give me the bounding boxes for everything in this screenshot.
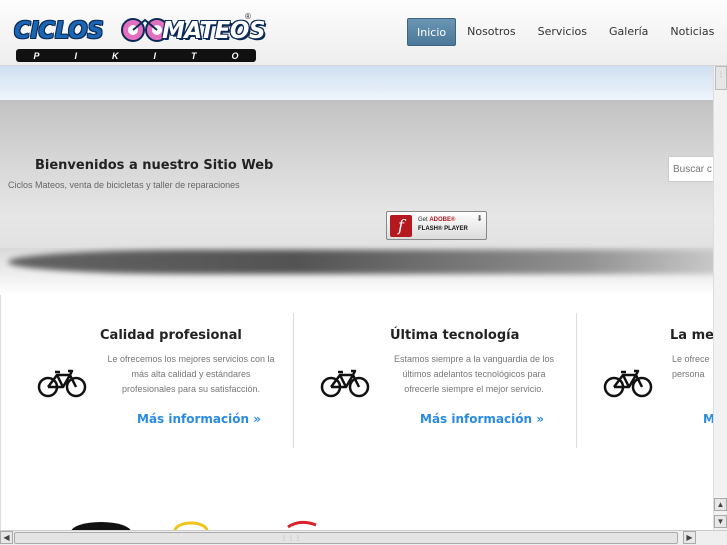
nav-item-nosotros[interactable]: Nosotros bbox=[456, 18, 526, 46]
logo-wordmark: CICLOS MATEOS ® bbox=[14, 12, 266, 44]
feature-desc-line: Le ofrecemos los mejores servicios con l… bbox=[107, 354, 275, 364]
partner-logo-black bbox=[71, 522, 131, 530]
feature-description: Estamos siempre a la vanguardia de los ú… bbox=[374, 352, 574, 397]
bicycle-icon bbox=[37, 369, 87, 398]
feature-description: Le ofrece persona bbox=[672, 352, 714, 382]
bicycle-icon bbox=[603, 369, 653, 398]
vertical-scrollbar[interactable]: ⋮⋮ ▲ ▼ bbox=[713, 66, 727, 530]
scroll-up-icon[interactable]: ▲ bbox=[714, 498, 727, 511]
hero-swoosh bbox=[8, 250, 727, 274]
logo-band-letter: O bbox=[231, 50, 239, 61]
site-logo[interactable]: CICLOS MATEOS ® P I K I T O bbox=[14, 12, 266, 64]
registered-mark: ® bbox=[245, 12, 251, 21]
main-nav: Inicio Nosotros Servicios Galería Notici… bbox=[407, 18, 725, 46]
scroll-down-icon[interactable]: ▼ bbox=[714, 515, 727, 528]
nav-item-noticias[interactable]: Noticias bbox=[659, 18, 725, 46]
nav-item-galeria[interactable]: Galería bbox=[598, 18, 659, 46]
scroll-right-icon[interactable]: ▶ bbox=[683, 531, 696, 544]
grip-icon: ⋮⋮ bbox=[718, 72, 727, 78]
logo-band: P I K I T O bbox=[16, 49, 256, 62]
flash-line1: Get ADOBE® bbox=[418, 217, 455, 223]
flash-brand-label: ADOBE® bbox=[429, 217, 456, 223]
welcome-subtitle: Ciclos Mateos, venta de bicicletas y tal… bbox=[8, 180, 240, 190]
feature-description: Le ofrecemos los mejores servicios con l… bbox=[91, 352, 291, 397]
flash-line2: FLASH® PLAYER bbox=[418, 226, 468, 232]
feature-divider bbox=[293, 313, 294, 448]
welcome-title: Bienvenidos a nuestro Sitio Web bbox=[35, 158, 274, 173]
feature-desc-line: más alta calidad y estándares bbox=[131, 369, 251, 379]
feature-desc-line: persona bbox=[672, 369, 705, 379]
partner-logos bbox=[71, 520, 317, 530]
grip-icon: ⋮⋮⋮ bbox=[281, 536, 302, 542]
flash-get-label: Get bbox=[418, 217, 428, 223]
feature-desc-line: ofrecerle siempre el mejor servicio. bbox=[404, 384, 544, 394]
logo-band-letter: T bbox=[190, 50, 197, 61]
logo-band-letter: I bbox=[153, 50, 156, 61]
bicycle-icon bbox=[320, 369, 370, 398]
scroll-left-icon[interactable]: ◀ bbox=[0, 531, 13, 544]
site-header: CICLOS MATEOS ® P I K I T O Inicio Nosot… bbox=[0, 0, 727, 66]
feature-title: Calidad profesional bbox=[100, 328, 242, 343]
get-flash-player-button[interactable]: f Get ADOBE® FLASH® PLAYER ⬇ bbox=[386, 211, 487, 240]
more-info-link[interactable]: Más información » bbox=[137, 412, 261, 426]
vertical-scroll-thumb[interactable]: ⋮⋮ bbox=[715, 66, 727, 90]
horizontal-scroll-thumb[interactable]: ⋮⋮⋮ bbox=[14, 532, 678, 544]
download-arrow-icon: ⬇ bbox=[476, 214, 483, 223]
logo-band-letter: P bbox=[33, 50, 40, 61]
feature-desc-line: profesionales para su satisfacción. bbox=[121, 384, 261, 394]
feature-title: Última tecnología bbox=[390, 328, 520, 343]
feature-divider bbox=[576, 313, 577, 448]
logo-band-letter: K bbox=[111, 50, 119, 61]
feature-desc-line: últimos adelantos tecnológicos para bbox=[402, 369, 546, 379]
flash-icon: f bbox=[390, 215, 412, 237]
nav-item-inicio[interactable]: Inicio bbox=[407, 18, 457, 46]
features-section: Calidad profesional Le ofrecemos los mej… bbox=[0, 295, 727, 530]
hero-top-band bbox=[0, 66, 727, 100]
partner-logos-strip bbox=[0, 515, 727, 530]
feature-desc-line: Estamos siempre a la vanguardia de los bbox=[393, 354, 555, 364]
nav-item-servicios[interactable]: Servicios bbox=[527, 18, 598, 46]
logo-band-letter: I bbox=[74, 50, 77, 61]
feature-desc-line: Le ofrece bbox=[672, 354, 710, 364]
logo-word-ciclos: CICLOS bbox=[14, 18, 104, 44]
more-info-link[interactable]: Más información » bbox=[420, 412, 544, 426]
horizontal-scrollbar[interactable]: ◀ ⋮⋮⋮ ▶ bbox=[0, 530, 727, 545]
partner-logo-red bbox=[287, 520, 317, 529]
logo-word-mateos: MATEOS bbox=[162, 18, 266, 44]
partner-logo-yellow bbox=[173, 521, 209, 530]
